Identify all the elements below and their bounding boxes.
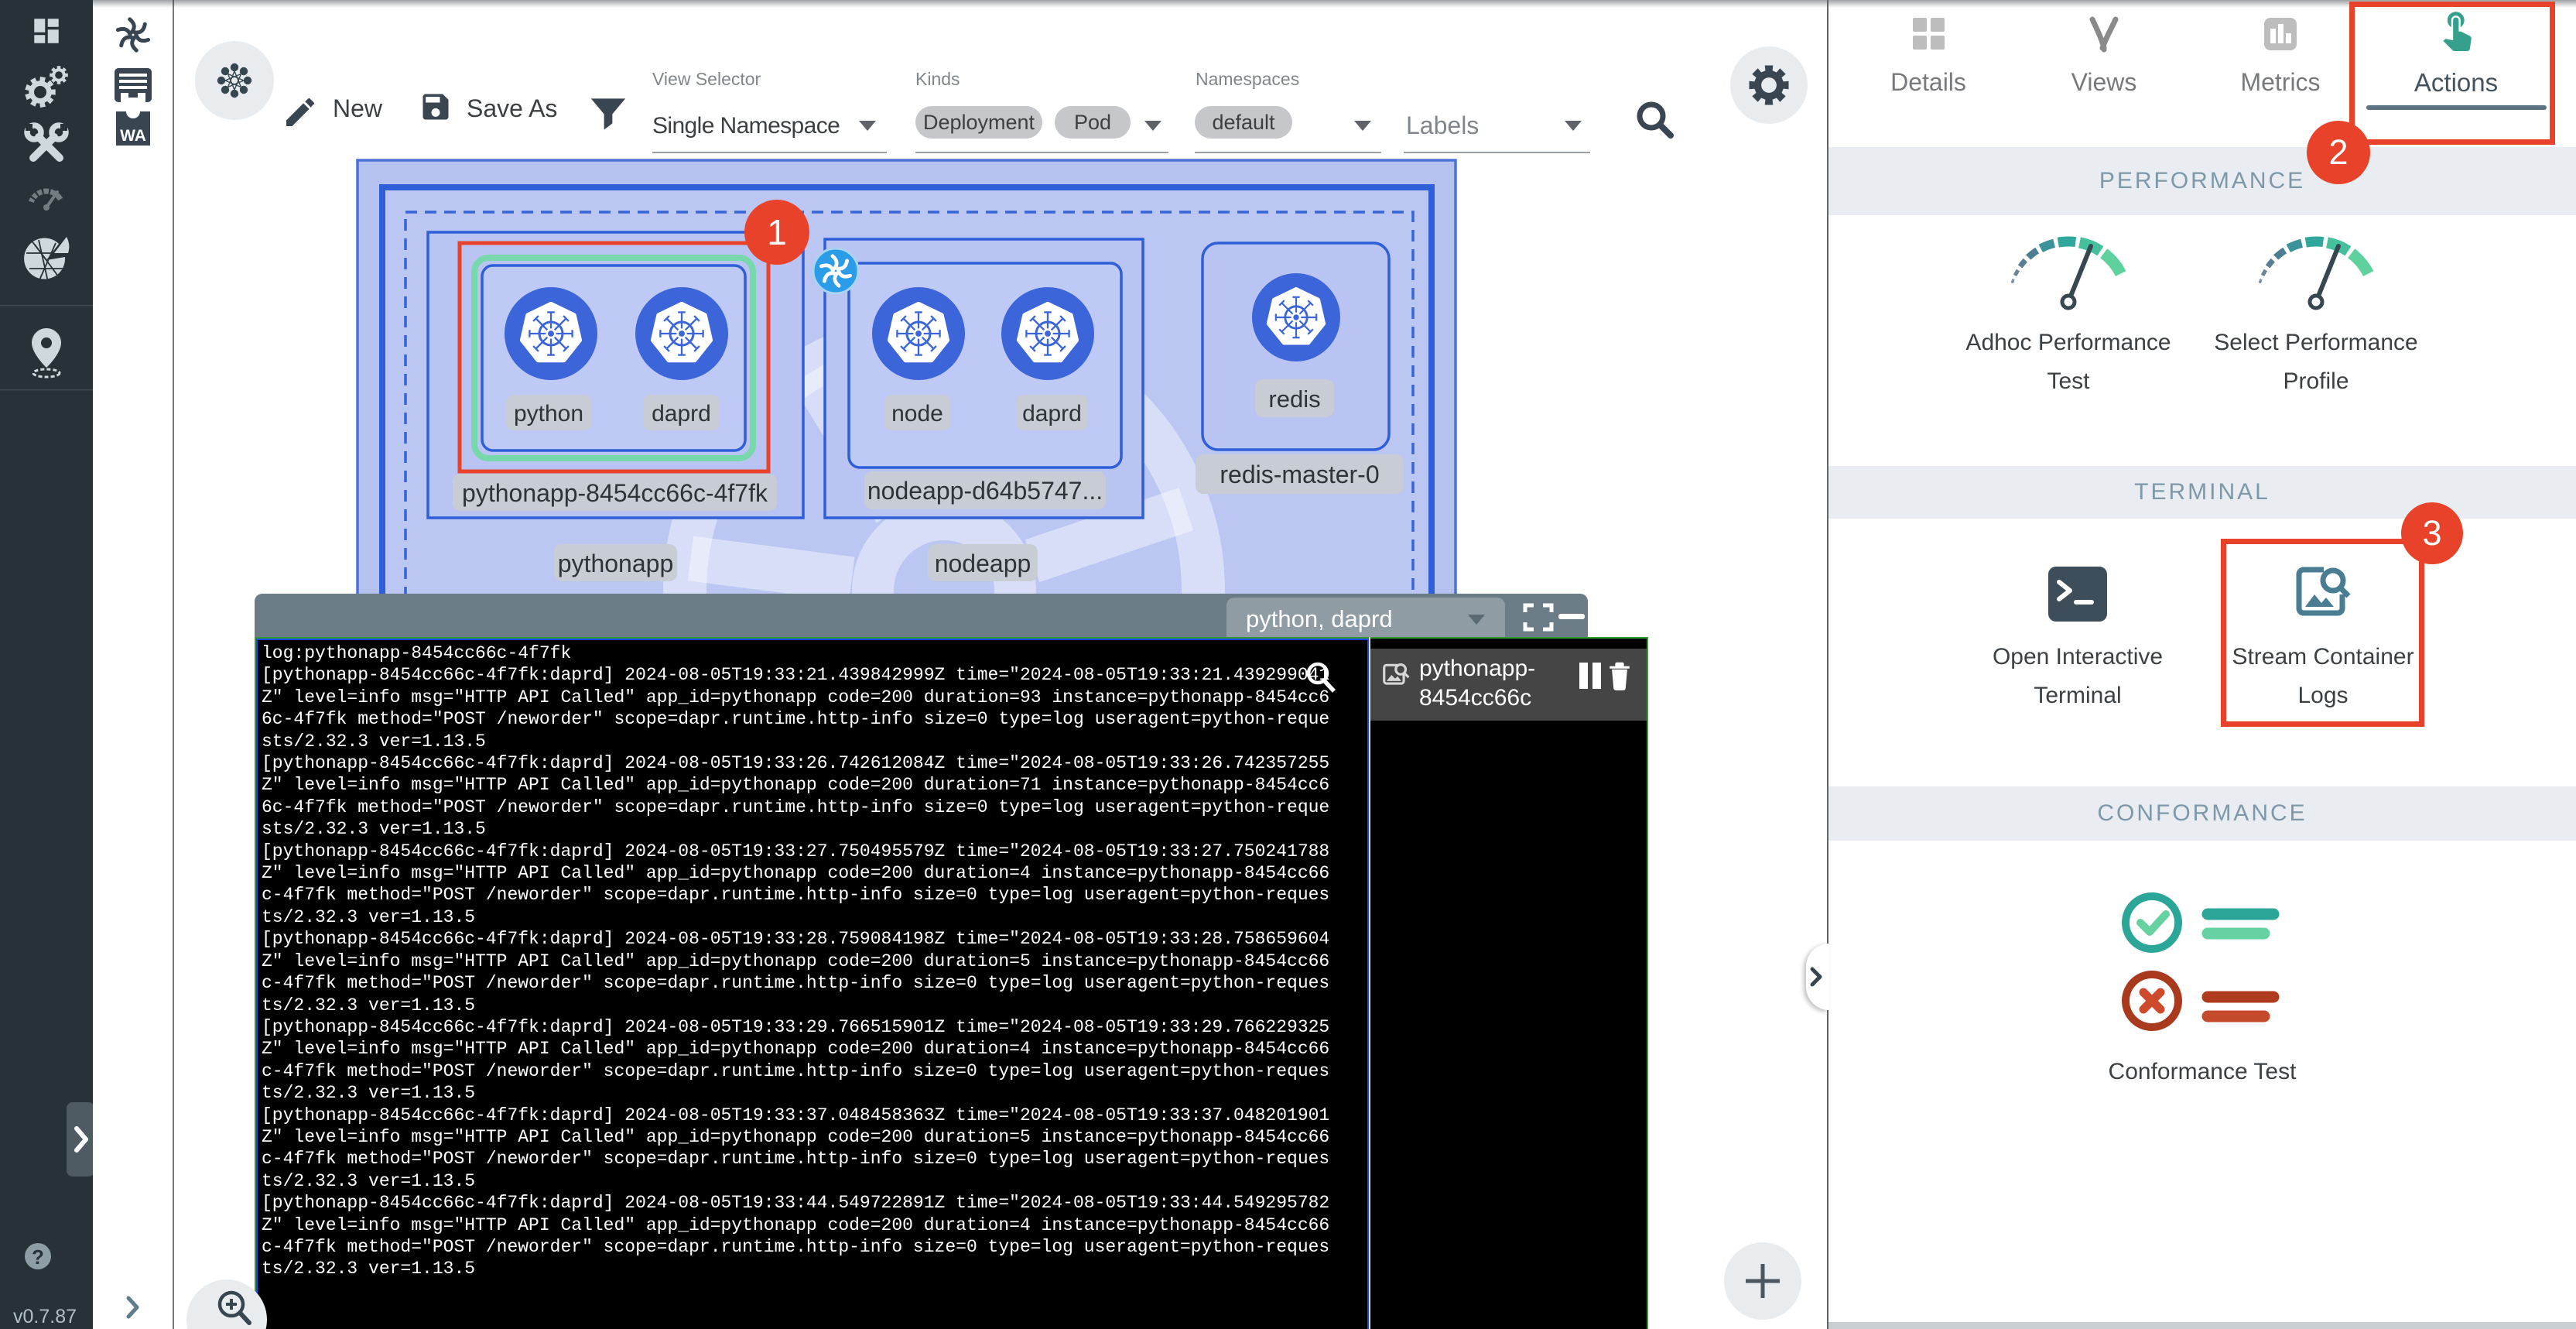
svg-text:python: python [514,401,583,426]
svg-text:node: node [891,401,943,426]
svg-text:daprd: daprd [1022,401,1082,426]
svg-text:nodeapp-d64b5747...: nodeapp-d64b5747... [867,477,1103,505]
svg-text:1: 1 [767,212,787,252]
svg-text:WA: WA [120,127,146,145]
svg-text:pythonapp-8454cc66c-4f7fk: pythonapp-8454cc66c-4f7fk [462,479,768,507]
svg-text:?: ? [32,1245,44,1269]
svg-text:daprd: daprd [652,401,711,426]
svg-text:v0.7.87: v0.7.87 [13,1306,77,1327]
svg-text:redis-master-0: redis-master-0 [1220,461,1379,488]
svg-text:redis: redis [1268,385,1320,413]
svg-text:pythonapp: pythonapp [558,550,673,577]
svg-text:nodeapp: nodeapp [935,550,1031,577]
